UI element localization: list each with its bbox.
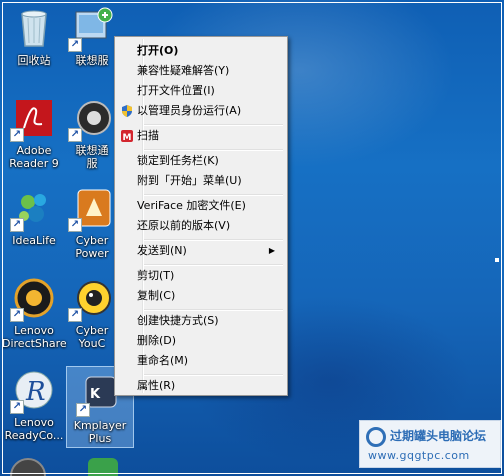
shortcut-arrow-icon: ↗: [68, 128, 82, 142]
desktop-icon-lenovo-directshare[interactable]: ↗ Lenovo DirectShare: [2, 276, 67, 350]
menu-item-restore-previous[interactable]: 还原以前的版本(V): [117, 216, 285, 236]
desktop-icon-label: Adobe Reader 9: [9, 144, 59, 170]
menu-item-copy[interactable]: 复制(C): [117, 286, 285, 306]
desktop-icon-lenovo-readycomm[interactable]: R ↗ Lenovo ReadyCo...: [2, 368, 66, 442]
watermark-title: 过期罐头电脑论坛: [390, 429, 487, 443]
menu-item-rename[interactable]: 重命名(M): [117, 351, 285, 371]
menu-item-label: 剪切(T): [137, 269, 175, 282]
frame-handle: [495, 258, 499, 262]
menu-item-label: 复制(C): [137, 289, 176, 302]
desktop-icon-label: Lenovo ReadyCo...: [4, 416, 64, 442]
shortcut-arrow-icon: ↗: [10, 218, 24, 232]
menu-item-label: 创建快捷方式(S): [137, 314, 219, 327]
svg-text:M: M: [123, 133, 132, 143]
watermark-logo-icon: [366, 427, 386, 447]
lenovo-service-icon: ↗: [68, 96, 114, 142]
menu-item-label: 发送到(N): [137, 244, 187, 257]
idealife-icon: ↗: [10, 186, 56, 232]
menu-item-label: 还原以前的版本(V): [137, 219, 231, 232]
menu-item-label: 扫描: [137, 129, 159, 142]
menu-item-properties[interactable]: 属性(R): [117, 376, 285, 396]
monitor-plus-icon: ↗: [68, 6, 114, 52]
desktop-icon-idealife[interactable]: ↗ IdeaLife: [2, 186, 66, 247]
cyberlink-power-icon: ↗: [68, 186, 114, 232]
site-watermark: 过期罐头电脑论坛 www.gqgtpc.com: [359, 420, 501, 468]
readycomm-icon: R ↗: [10, 368, 56, 414]
menu-item-send-to[interactable]: 发送到(N) ▶: [117, 241, 285, 261]
desktop-icon-recycle-bin[interactable]: 回收站: [2, 6, 66, 67]
shortcut-arrow-icon: ↗: [68, 218, 82, 232]
menu-item-label: 锁定到任务栏(K): [137, 154, 219, 167]
directshare-icon: ↗: [10, 276, 56, 322]
shortcut-arrow-icon: ↗: [10, 308, 24, 322]
menu-item-pin-start[interactable]: 附到「开始」菜单(U): [117, 171, 285, 191]
menu-item-scan[interactable]: M 扫描: [117, 126, 285, 146]
menu-item-run-as-admin[interactable]: 以管理员身份运行(A): [117, 101, 285, 121]
desktop-icon-label: Kmplayer Plus: [73, 419, 127, 445]
submenu-arrow-icon: ▶: [268, 246, 275, 255]
shortcut-arrow-icon: ↗: [10, 400, 24, 414]
menu-item-label: 附到「开始」菜单(U): [137, 174, 242, 187]
menu-item-label: 打开(O): [137, 44, 179, 57]
watermark-url: www.gqgtpc.com: [368, 449, 470, 462]
menu-item-delete[interactable]: 删除(D): [117, 331, 285, 351]
menu-item-label: 兼容性疑难解答(Y): [137, 64, 230, 77]
menu-item-create-shortcut[interactable]: 创建快捷方式(S): [117, 311, 285, 331]
menu-item-label: VeriFace 加密文件(E): [137, 199, 246, 212]
recycle-bin-icon: [12, 6, 56, 50]
partial-desktop-icon: [10, 458, 46, 476]
desktop-icon-label: Lenovo DirectShare: [2, 324, 67, 350]
youcam-icon: ↗: [68, 276, 114, 322]
menu-item-label: 属性(R): [137, 379, 176, 392]
menu-item-label: 打开文件位置(I): [137, 84, 215, 97]
context-menu: 打开(O) 兼容性疑难解答(Y) 打开文件位置(I) 以管理员身份运行(A) M…: [114, 36, 288, 396]
desktop-icon-adobe-reader[interactable]: ↗ Adobe Reader 9: [2, 96, 66, 170]
partial-desktop-icon: [88, 458, 118, 476]
svg-text:R: R: [25, 377, 46, 407]
menu-item-veriface-encrypt[interactable]: VeriFace 加密文件(E): [117, 196, 285, 216]
desktop-icon-label: IdeaLife: [12, 234, 56, 247]
menu-item-compat-troubleshoot[interactable]: 兼容性疑难解答(Y): [117, 61, 285, 81]
desktop-icon-label: 回收站: [17, 54, 51, 67]
menu-item-label: 重命名(M): [137, 354, 189, 367]
shortcut-arrow-icon: ↗: [68, 38, 82, 52]
menu-item-label: 删除(D): [137, 334, 177, 347]
uac-shield-icon: [120, 104, 134, 118]
shortcut-arrow-icon: ↗: [76, 403, 90, 417]
desktop[interactable]: 回收站 ↗ 联想服 ↗ Adobe Reader 9 ↗ 联想通 服 ↗ Ide…: [0, 0, 504, 476]
adobe-reader-icon: ↗: [10, 96, 56, 142]
menu-item-pin-taskbar[interactable]: 锁定到任务栏(K): [117, 151, 285, 171]
menu-item-label: 以管理员身份运行(A): [137, 104, 242, 117]
svg-text:K: K: [90, 387, 101, 402]
shortcut-arrow-icon: ↗: [68, 308, 82, 322]
menu-item-cut[interactable]: 剪切(T): [117, 266, 285, 286]
scan-icon: M: [120, 129, 134, 143]
menu-item-open[interactable]: 打开(O): [117, 41, 285, 61]
menu-item-open-file-location[interactable]: 打开文件位置(I): [117, 81, 285, 101]
shortcut-arrow-icon: ↗: [10, 128, 24, 142]
